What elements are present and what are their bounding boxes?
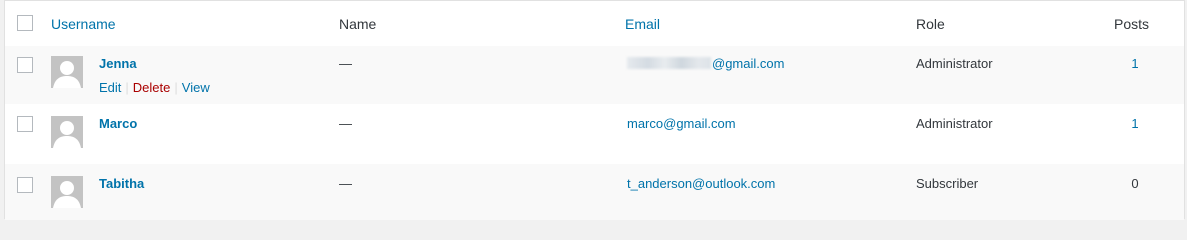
view-link[interactable]: View xyxy=(182,80,210,95)
avatar xyxy=(51,56,83,88)
row-actions: Edit | Delete | View xyxy=(99,80,210,95)
redacted-email-blur xyxy=(627,57,711,69)
table-row: Tabitha — t_anderson@outlook.com Subscri… xyxy=(5,164,1184,220)
role-cell: Administrator xyxy=(916,116,993,131)
name-cell: — xyxy=(339,56,352,71)
separator: | xyxy=(174,80,178,95)
posts-count-link[interactable]: 1 xyxy=(1105,116,1165,131)
column-header-name: Name xyxy=(339,16,377,32)
row-checkbox[interactable] xyxy=(17,57,33,73)
delete-link[interactable]: Delete xyxy=(133,80,171,95)
username-link[interactable]: Tabitha xyxy=(99,176,144,191)
row-checkbox[interactable] xyxy=(17,116,33,132)
name-cell: — xyxy=(339,116,352,131)
column-header-posts: Posts xyxy=(1114,16,1150,32)
table-row: Jenna Edit | Delete | View — @gmail.com Admi… xyxy=(5,46,1184,104)
email-link[interactable]: t_anderson@outlook.com xyxy=(627,176,775,191)
email-link[interactable]: marco@gmail.com xyxy=(627,116,736,131)
default-avatar-silhouette-icon xyxy=(53,61,81,88)
column-header-username[interactable]: Username xyxy=(51,16,116,32)
select-all-checkbox[interactable] xyxy=(17,15,33,31)
username-link[interactable]: Marco xyxy=(99,116,137,131)
default-avatar-silhouette-icon xyxy=(53,181,81,208)
users-table: Username Name Email Role Posts Jenna Edi… xyxy=(4,0,1185,220)
table-header: Username Name Email Role Posts xyxy=(5,1,1184,47)
table-row: Marco — marco@gmail.com Administrator 1 xyxy=(5,104,1184,164)
username-link[interactable]: Jenna xyxy=(99,56,137,71)
edit-link[interactable]: Edit xyxy=(99,80,121,95)
separator: | xyxy=(125,80,129,95)
avatar xyxy=(51,116,83,148)
role-cell: Subscriber xyxy=(916,176,979,191)
column-header-email[interactable]: Email xyxy=(625,16,660,32)
row-checkbox[interactable] xyxy=(17,177,33,193)
avatar xyxy=(51,176,83,208)
role-cell: Administrator xyxy=(916,56,993,71)
name-cell: — xyxy=(339,176,352,191)
email-link[interactable]: @gmail.com xyxy=(627,56,784,71)
default-avatar-silhouette-icon xyxy=(53,121,81,148)
posts-count-link[interactable]: 1 xyxy=(1105,56,1165,71)
column-header-role: Role xyxy=(916,16,945,32)
posts-count: 0 xyxy=(1131,176,1139,191)
